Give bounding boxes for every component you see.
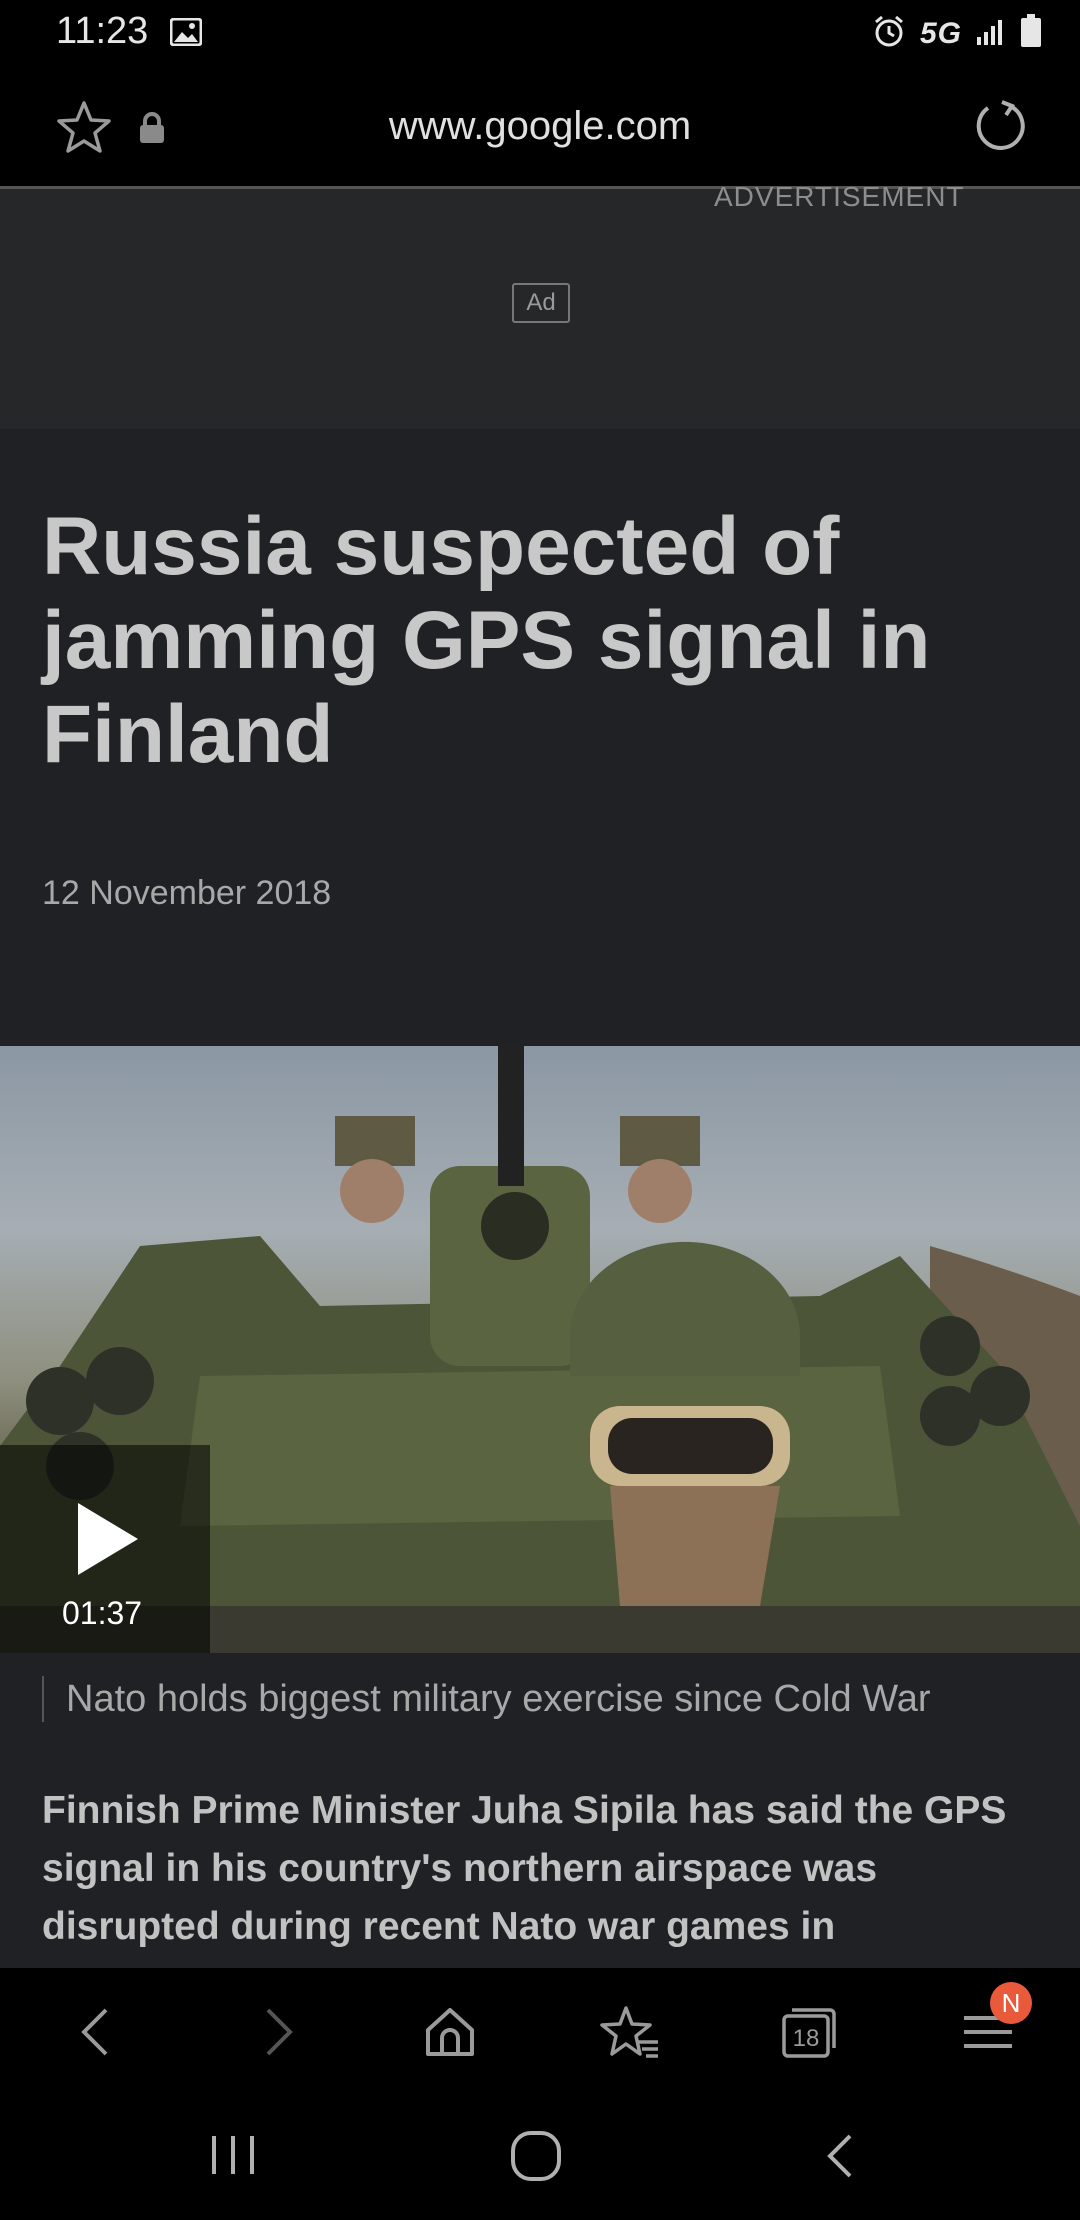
ad-badge: Ad	[512, 283, 570, 323]
forward-icon[interactable]	[246, 2002, 306, 2062]
gallery-icon	[169, 17, 203, 51]
battery-icon	[1020, 14, 1042, 53]
status-bar: 11:23 5G	[0, 0, 1080, 66]
video-overlay[interactable]: 01:37	[0, 1445, 210, 1653]
article-date: 12 November 2018	[42, 874, 332, 912]
signal-icon	[976, 17, 1006, 50]
video-caption: Nato holds biggest military exercise sin…	[42, 1676, 930, 1722]
browser-toolbar: 18 N	[0, 1968, 1080, 2096]
video-player[interactable]: 01:37	[0, 1046, 1080, 1653]
notification-badge: N	[990, 1982, 1032, 2024]
home-circle-icon[interactable]	[510, 2130, 562, 2187]
advertisement-label: ADVERTISEMENT	[714, 181, 965, 212]
system-navigation-bar	[0, 2096, 1080, 2220]
bookmarks-icon[interactable]	[600, 2002, 660, 2062]
back-icon[interactable]	[68, 2002, 128, 2062]
reload-icon[interactable]	[972, 98, 1028, 159]
video-duration: 01:37	[62, 1595, 143, 1631]
url-bar: www.google.com	[0, 66, 1080, 189]
network-type: 5G	[919, 16, 962, 50]
url-address[interactable]: www.google.com	[0, 104, 1080, 149]
tabs-icon[interactable]: 18	[778, 2002, 838, 2062]
article-body: Finnish Prime Minister Juha Sipila has s…	[42, 1789, 1007, 1948]
recent-apps-icon[interactable]	[208, 2132, 258, 2183]
status-time: 11:23	[56, 10, 149, 52]
system-back-icon[interactable]	[820, 2132, 860, 2185]
article-headline: Russia suspected of jamming GPS signal i…	[42, 501, 931, 780]
tabs-count: 18	[793, 2025, 820, 2052]
advertisement-area[interactable]: ADVERTISEMENT Ad	[0, 181, 1080, 429]
status-icons: 5G	[872, 14, 1042, 53]
alarm-icon	[872, 14, 906, 53]
home-icon[interactable]	[420, 2002, 480, 2062]
